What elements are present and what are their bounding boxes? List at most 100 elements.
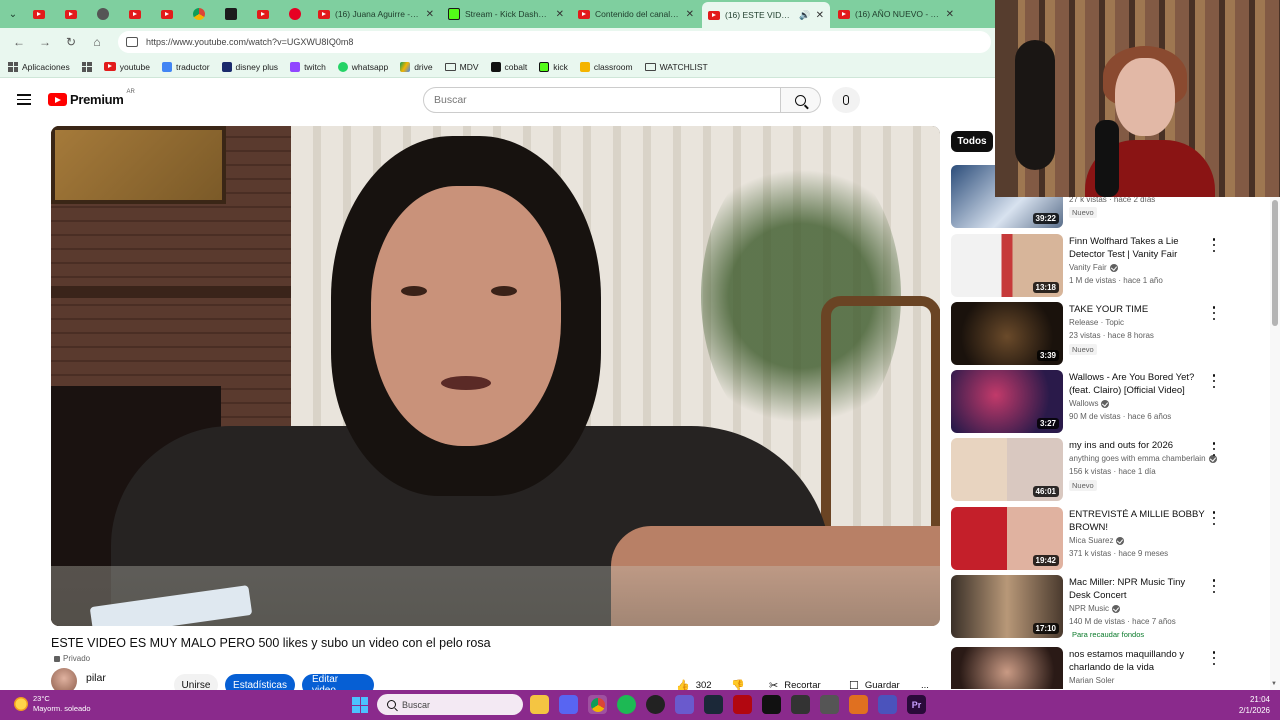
bookmark-mdv[interactable]: MDV xyxy=(444,62,479,72)
more-vert-icon[interactable] xyxy=(1209,442,1219,456)
recommendation-item[interactable]: 3:39 TAKE YOUR TIME Release · Topic 23 v… xyxy=(951,302,1271,365)
pinned-tab[interactable] xyxy=(120,3,150,25)
teams-icon[interactable] xyxy=(878,695,897,714)
more-vert-icon[interactable] xyxy=(1209,579,1219,593)
scrollbar-thumb[interactable] xyxy=(1272,200,1278,326)
voice-search-button[interactable] xyxy=(832,87,860,113)
bookmark-traductor[interactable]: traductor xyxy=(161,61,210,72)
more-vert-icon[interactable] xyxy=(1209,511,1219,525)
system-clock[interactable]: 21:04 2/1/2026 xyxy=(1239,694,1270,716)
app-icon[interactable] xyxy=(675,695,694,714)
video-thumbnail[interactable]: 3:39 xyxy=(951,302,1063,365)
site-info-icon[interactable] xyxy=(126,37,138,47)
pinned-tab[interactable] xyxy=(184,3,214,25)
pinned-tab[interactable] xyxy=(280,3,310,25)
recommendation-item[interactable]: 46:01 my ins and outs for 2026 anything … xyxy=(951,438,1271,501)
back-arrow-icon[interactable]: ← xyxy=(8,31,30,53)
home-icon[interactable]: ⌂ xyxy=(86,31,108,53)
recommendation-item[interactable]: nos estamos maquillando y charlando de l… xyxy=(951,647,1271,689)
close-icon[interactable]: ✕ xyxy=(426,9,434,20)
bookmark-classroom[interactable]: classroom xyxy=(579,61,633,72)
more-vert-icon[interactable] xyxy=(1209,651,1219,665)
pinned-tab[interactable] xyxy=(56,3,86,25)
weather-widget[interactable]: 23°C Mayorm. soleado xyxy=(14,694,91,714)
pinned-tab[interactable] xyxy=(88,3,118,25)
close-icon[interactable]: ✕ xyxy=(816,10,824,21)
recommendation-channel[interactable]: Release · Topic xyxy=(1069,318,1124,327)
video-thumbnail[interactable]: 13:18 xyxy=(951,234,1063,297)
notion-icon[interactable] xyxy=(791,695,810,714)
bookmark-twitch[interactable]: twitch xyxy=(290,61,326,72)
video-thumbnail[interactable]: 46:01 xyxy=(951,438,1063,501)
more-vert-icon[interactable] xyxy=(1209,238,1219,252)
recommendation-channel[interactable]: Marian Soler xyxy=(1069,676,1114,685)
close-icon[interactable]: ✕ xyxy=(946,9,954,20)
scroll-down-arrow-icon[interactable]: ▼ xyxy=(1271,681,1277,687)
spotify-icon[interactable] xyxy=(617,695,636,714)
tab-search-button[interactable]: ⌄ xyxy=(4,5,22,23)
search-input[interactable]: Buscar xyxy=(423,87,781,113)
more-vert-icon[interactable] xyxy=(1209,374,1219,388)
recommendation-channel[interactable]: Mica Suarez xyxy=(1069,536,1125,545)
menu-icon[interactable] xyxy=(17,94,31,105)
video-thumbnail[interactable]: 3:27 xyxy=(951,370,1063,433)
browser-tab[interactable]: Contenido del canal - Yo ✕ xyxy=(572,3,700,25)
recommendation-title[interactable]: Finn Wolfhard Takes a Lie Detector Test … xyxy=(1069,235,1209,261)
pinned-tab[interactable] xyxy=(248,3,278,25)
chrome-icon[interactable] xyxy=(588,695,607,714)
bookmark-cobalt[interactable]: cobalt xyxy=(490,61,527,72)
address-bar[interactable]: https://www.youtube.com/watch?v=UGXWU8IQ… xyxy=(118,31,991,53)
recommendation-title[interactable]: nos estamos maquillando y charlando de l… xyxy=(1069,648,1209,674)
chip-todos[interactable]: Todos xyxy=(951,131,993,152)
recommendation-title[interactable]: my ins and outs for 2026 xyxy=(1069,439,1209,452)
recommendation-item[interactable]: 17:10 Mac Miller: NPR Music Tiny Desk Co… xyxy=(951,575,1271,639)
video-thumbnail[interactable]: 17:10 xyxy=(951,575,1063,638)
bookmark-youtube[interactable]: youtube xyxy=(103,62,150,72)
recommendation-title[interactable]: ENTREVISTÉ A MILLIE BOBBY BROWN! xyxy=(1069,508,1209,534)
discord-icon[interactable] xyxy=(559,695,578,714)
video-thumbnail[interactable]: 19:42 xyxy=(951,507,1063,570)
forward-arrow-icon[interactable]: → xyxy=(34,31,56,53)
bookmark-disney[interactable]: disney plus xyxy=(221,61,278,72)
browser-tab[interactable]: (16) AÑO NUEVO - You ✕ xyxy=(832,3,960,25)
pinned-tab[interactable] xyxy=(216,3,246,25)
channel-name[interactable]: pilar xyxy=(86,672,106,684)
app-icon[interactable] xyxy=(820,695,839,714)
close-icon[interactable]: ✕ xyxy=(686,9,694,20)
more-vert-icon[interactable] xyxy=(1209,306,1219,320)
recommendation-item[interactable]: 19:42 ENTREVISTÉ A MILLIE BOBBY BROWN! M… xyxy=(951,507,1271,570)
recommendation-channel[interactable]: NPR Music xyxy=(1069,604,1121,613)
premiere-icon[interactable]: Pr xyxy=(907,695,926,714)
browser-tab-active[interactable]: (16) ESTE VIDEO ES 🔊 ✕ xyxy=(702,2,830,28)
file-explorer-icon[interactable] xyxy=(530,695,549,714)
bookmark-watchlist[interactable]: WATCHLIST xyxy=(644,62,708,72)
youtube-premium-logo[interactable]: Premium AR xyxy=(48,89,135,107)
pinned-tab[interactable] xyxy=(24,3,54,25)
steam-icon[interactable] xyxy=(704,695,723,714)
speaker-icon[interactable]: 🔊 xyxy=(799,10,810,21)
recommendation-item[interactable]: 13:18 Finn Wolfhard Takes a Lie Detector… xyxy=(951,234,1271,297)
recommendation-item[interactable]: 3:27 Wallows - Are You Bored Yet? (feat.… xyxy=(951,370,1271,433)
recommendation-channel[interactable]: Wallows xyxy=(1069,399,1110,408)
video-thumbnail[interactable] xyxy=(951,647,1063,689)
bookmark-grid[interactable] xyxy=(81,61,92,72)
netflix-icon[interactable] xyxy=(733,695,752,714)
close-icon[interactable]: ✕ xyxy=(556,9,564,20)
bookmark-aplicaciones[interactable]: Aplicaciones xyxy=(8,61,70,72)
recommendation-title[interactable]: Wallows - Are You Bored Yet? (feat. Clai… xyxy=(1069,371,1209,397)
app-icon[interactable] xyxy=(762,695,781,714)
pinned-tab[interactable] xyxy=(152,3,182,25)
bookmark-kick[interactable]: kick xyxy=(539,61,568,72)
recommendation-channel[interactable]: anything goes with emma chamberlain xyxy=(1069,454,1217,463)
recommendation-title[interactable]: TAKE YOUR TIME xyxy=(1069,303,1209,316)
search-button[interactable] xyxy=(781,87,821,113)
taskbar-search[interactable]: Buscar xyxy=(377,694,523,715)
reload-icon[interactable]: ↻ xyxy=(60,31,82,53)
video-player[interactable] xyxy=(51,126,940,626)
browser-tab[interactable]: (16) Juana Aguirre - anc ✕ xyxy=(312,3,440,25)
bookmark-drive[interactable]: drive xyxy=(400,61,433,72)
recommendation-channel[interactable]: Vanity Fair xyxy=(1069,263,1118,272)
fl-studio-icon[interactable] xyxy=(849,695,868,714)
windows-start-icon[interactable] xyxy=(352,697,368,713)
obs-icon[interactable] xyxy=(646,695,665,714)
